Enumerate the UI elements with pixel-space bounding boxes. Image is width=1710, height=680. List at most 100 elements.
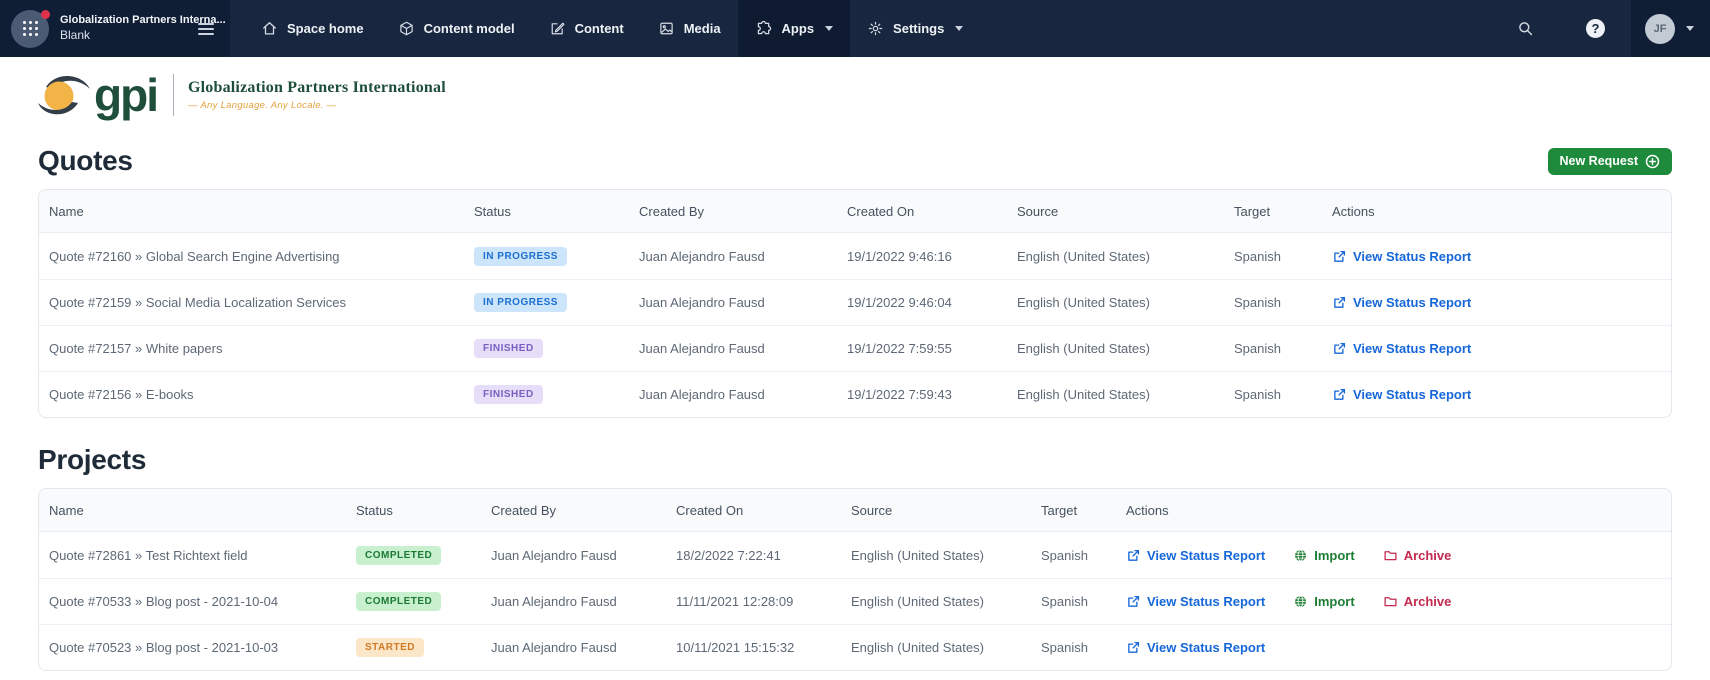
action-label: Archive: [1403, 594, 1452, 609]
view-status-report-link[interactable]: View Status Report: [1332, 341, 1471, 356]
folder-icon: [1384, 597, 1397, 607]
projects-table-body: Quote #72861 » Test Richtext field COMPL…: [39, 532, 1671, 670]
column-header-target: Target: [1234, 203, 1271, 219]
environment-name: Blank: [60, 27, 91, 42]
column-header-status: Status: [474, 203, 511, 219]
gpi-swoosh-icon: [38, 75, 90, 115]
import-link[interactable]: Import: [1293, 547, 1355, 563]
account-menu[interactable]: JF: [1631, 0, 1710, 57]
source-language: English (United States): [1017, 248, 1150, 264]
project-name: Quote #70533 » Blog post - 2021-10-04: [49, 594, 279, 609]
view-status-report-link[interactable]: View Status Report: [1126, 640, 1265, 655]
created-on: 18/2/2022 7:22:41: [676, 547, 781, 563]
source-language: English (United States): [851, 547, 984, 563]
new-request-label: New Request: [1559, 154, 1639, 168]
column-header-actions: Actions: [1126, 502, 1169, 518]
project-name: Quote #70523 » Blog post - 2021-10-03: [49, 640, 279, 655]
content-model-icon: [399, 21, 413, 36]
notification-dot: [41, 9, 50, 19]
nav-label: Content model: [423, 21, 515, 36]
quotes-title: Quotes: [38, 145, 133, 176]
project-name: Quote #72861 » Test Richtext field: [49, 547, 248, 563]
view-status-report-link[interactable]: View Status Report: [1332, 387, 1471, 402]
nav-item-content-model[interactable]: Content model: [381, 0, 532, 57]
table-row: Quote #70523 » Blog post - 2021-10-03 ST…: [39, 624, 1671, 670]
view-status-report-link[interactable]: View Status Report: [1332, 249, 1471, 264]
created-on: 10/11/2021 15:15:32: [676, 640, 795, 655]
target-language: Spanish: [1234, 341, 1281, 356]
quotes-section-header: Quotes New Request: [38, 145, 1672, 177]
brand-text: Globalization Partners International — A…: [188, 79, 446, 111]
table-row: Quote #72157 » White papers FINISHED Jua…: [39, 325, 1671, 371]
space-name: Globalization Partners Interna...: [60, 14, 226, 27]
created-by: Juan Alejandro Fausd: [491, 547, 617, 563]
plus-circle-icon: [1645, 154, 1660, 168]
action-label: View Status Report: [1353, 248, 1472, 264]
space-info[interactable]: Globalization Partners Interna... Blank: [60, 14, 226, 43]
external-link-icon: [1334, 342, 1346, 354]
column-header-name: Name: [49, 203, 84, 219]
app-switcher-button[interactable]: [11, 9, 50, 48]
status-badge: FINISHED: [474, 339, 543, 358]
space-switcher-section: Globalization Partners Interna... Blank: [0, 0, 230, 57]
action-label: View Status Report: [1147, 640, 1266, 655]
chevron-down-icon: [825, 26, 834, 31]
nav-label: Apps: [781, 21, 815, 36]
column-header-source: Source: [1017, 203, 1059, 219]
source-language: English (United States): [1017, 341, 1150, 356]
archive-link[interactable]: Archive: [1383, 594, 1452, 609]
external-link-icon: [1334, 296, 1346, 308]
main-nav: Space home Content model Content Media A…: [244, 0, 980, 57]
projects-table-header: Name Status Created By Created On Source…: [39, 489, 1671, 532]
target-language: Spanish: [1041, 547, 1088, 563]
status-badge: IN PROGRESS: [474, 293, 567, 312]
help-button[interactable]: ?: [1560, 0, 1631, 57]
archive-link[interactable]: Archive: [1383, 547, 1452, 563]
menu-icon[interactable]: [194, 19, 218, 39]
created-on: 19/1/2022 9:46:04: [847, 295, 952, 310]
nav-item-apps[interactable]: Apps: [737, 0, 851, 57]
new-request-button[interactable]: New Request: [1547, 147, 1672, 175]
projects-table: Name Status Created By Created On Source…: [38, 488, 1672, 671]
quotes-table: Name Status Created By Created On Source…: [38, 189, 1672, 418]
status-badge: COMPLETED: [356, 545, 442, 565]
brand-divider: [172, 74, 174, 116]
action-label: View Status Report: [1353, 387, 1472, 402]
nav-item-media[interactable]: Media: [641, 0, 738, 57]
view-status-report-link[interactable]: View Status Report: [1126, 594, 1265, 609]
search-button[interactable]: [1491, 0, 1560, 57]
nav-item-content[interactable]: Content: [532, 0, 641, 57]
column-header-created-on: Created On: [847, 203, 915, 219]
action-label: View Status Report: [1147, 547, 1266, 563]
external-link-icon: [1128, 595, 1140, 607]
status-badge: IN PROGRESS: [474, 246, 567, 266]
globe-icon: [1295, 549, 1307, 561]
nav-item-settings[interactable]: Settings: [850, 0, 980, 57]
column-header-created-by: Created By: [491, 502, 557, 518]
created-by: Juan Alejandro Fausd: [639, 341, 765, 356]
view-status-report-link[interactable]: View Status Report: [1332, 295, 1471, 310]
quote-name: Quote #72156 » E-books: [49, 387, 194, 402]
action-label: Archive: [1403, 547, 1452, 563]
brand-company-name: Globalization Partners International: [187, 79, 446, 96]
nav-label: Media: [683, 21, 721, 36]
brand-tagline: — Any Language. Any Locale. —: [187, 100, 337, 111]
action-label: Import: [1314, 547, 1355, 563]
column-header-status: Status: [356, 502, 393, 518]
nav-label: Content: [574, 21, 624, 36]
avatar: JF: [1645, 13, 1675, 44]
nav-label: Space home: [287, 21, 364, 36]
table-row: Quote #72861 » Test Richtext field COMPL…: [39, 532, 1671, 578]
source-language: English (United States): [1017, 387, 1150, 402]
home-icon: [263, 22, 276, 35]
import-link[interactable]: Import: [1293, 594, 1355, 609]
nav-item-space-home[interactable]: Space home: [244, 0, 381, 57]
plugin-content: Quotes New Request Name Status Created B…: [0, 145, 1710, 671]
view-status-report-link[interactable]: View Status Report: [1126, 548, 1265, 563]
folder-icon: [1384, 550, 1397, 560]
search-icon: [1519, 22, 1533, 36]
external-link-icon: [1334, 250, 1346, 262]
top-navigation-bar: Globalization Partners Interna... Blank …: [0, 0, 1710, 57]
globe-icon: [1295, 595, 1307, 608]
target-language: Spanish: [1234, 295, 1281, 310]
